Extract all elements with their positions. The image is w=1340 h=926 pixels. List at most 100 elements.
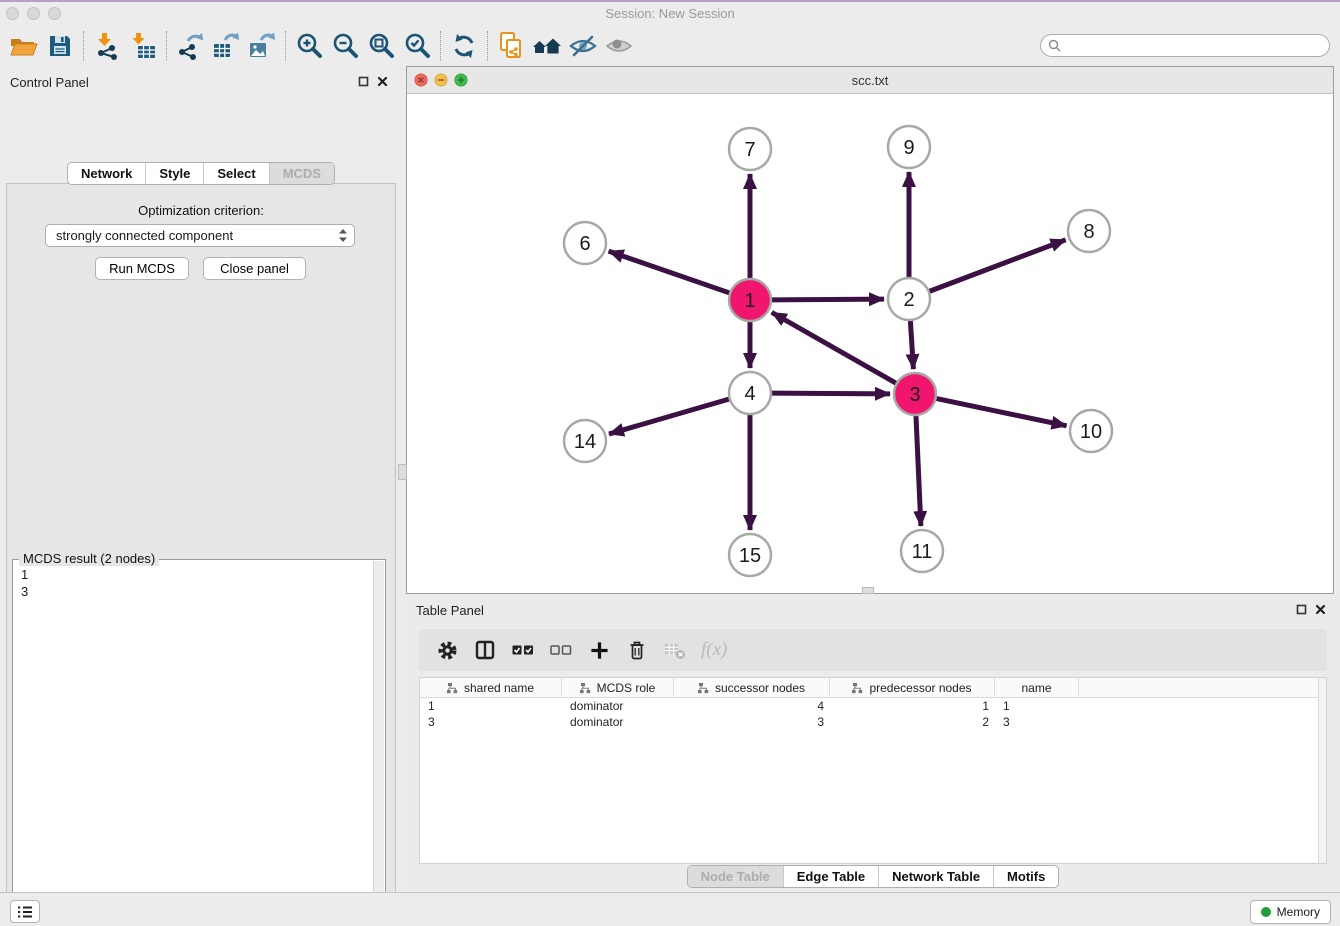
mcds-result-text[interactable]: 1 3 — [21, 566, 369, 926]
show-columns-button[interactable] — [511, 638, 535, 662]
dropdown-value: strongly connected component — [56, 228, 233, 243]
graph-node-label-4: 4 — [744, 383, 755, 405]
column-header-mcds-role[interactable]: MCDS role — [562, 678, 674, 698]
column-header-name[interactable]: name — [995, 678, 1079, 698]
tab-network[interactable]: Network — [68, 163, 145, 184]
cell-successor-nodes[interactable]: 4 — [674, 698, 830, 714]
save-session-button[interactable] — [42, 29, 78, 63]
search-box[interactable] — [1040, 34, 1330, 57]
import-network-icon — [93, 32, 121, 60]
cell-mcds-role[interactable]: dominator — [562, 698, 674, 714]
graph-edge-1-2[interactable] — [772, 299, 884, 300]
graph-node-label-3: 3 — [909, 384, 920, 406]
zoom-selected-button[interactable] — [399, 29, 435, 63]
zoom-in-icon — [294, 31, 324, 61]
import-table-button[interactable] — [125, 29, 161, 63]
optimization-criterion-select[interactable]: strongly connected component — [45, 224, 355, 247]
export-network-icon — [176, 32, 204, 60]
tab-node-table[interactable]: Node Table — [688, 866, 783, 887]
tab-mcds[interactable]: MCDS — [269, 163, 334, 184]
graph-edge-3-10[interactable] — [937, 399, 1067, 426]
column-header-predecessor-nodes[interactable]: predecessor nodes — [830, 678, 995, 698]
graph-edge-4-3[interactable] — [772, 393, 890, 394]
graph-node-label-1: 1 — [744, 290, 755, 312]
home-view-button[interactable] — [529, 29, 565, 63]
column-header-shared-name[interactable]: shared name — [420, 678, 562, 698]
close-panel-icon[interactable] — [377, 74, 388, 92]
zoom-fit-button[interactable] — [363, 29, 399, 63]
import-network-button[interactable] — [89, 29, 125, 63]
delete-table-button[interactable] — [663, 638, 687, 662]
open-session-button[interactable] — [6, 29, 42, 63]
zoom-out-button[interactable] — [327, 29, 363, 63]
network-graph: 7968124314101511 — [407, 94, 1333, 594]
column-header-successor-nodes[interactable]: successor nodes — [674, 678, 830, 698]
graph-edge-2-8[interactable] — [930, 240, 1066, 291]
cell-predecessor-nodes[interactable]: 1 — [830, 698, 995, 714]
search-input[interactable] — [1065, 39, 1329, 53]
network-window-titlebar[interactable]: scc.txt — [407, 67, 1333, 94]
hide-graphics-details-button[interactable] — [565, 29, 601, 63]
cell-mcds-role[interactable]: dominator — [562, 714, 674, 730]
show-graphics-details-button[interactable] — [601, 29, 637, 63]
splitter-grip-horizontal[interactable] — [862, 587, 874, 594]
unchecked-boxes-icon — [550, 643, 572, 657]
graph-edge-2-3[interactable] — [910, 321, 913, 369]
cell-predecessor-nodes[interactable]: 2 — [830, 714, 995, 730]
splitter-grip-vertical[interactable] — [398, 464, 407, 480]
copy-share-button[interactable] — [493, 29, 529, 63]
split-column-button[interactable] — [473, 638, 497, 662]
toolbar-separator — [285, 31, 286, 61]
tab-edge-table[interactable]: Edge Table — [783, 866, 878, 887]
graph-node-label-2: 2 — [903, 289, 914, 311]
cell-name[interactable]: 3 — [995, 714, 1079, 730]
cell-shared-name[interactable]: 1 — [420, 698, 562, 714]
zoom-in-button[interactable] — [291, 29, 327, 63]
graph-edge-4-14[interactable] — [609, 399, 729, 434]
mcds-result-title: MCDS result (2 nodes) — [19, 551, 159, 566]
graph-edge-3-1[interactable] — [772, 312, 896, 383]
close-panel-icon[interactable] — [1315, 602, 1326, 620]
table-panel: Table Panel — [406, 594, 1340, 892]
toolbar-separator — [83, 31, 84, 61]
control-panel: Control Panel NetworkStyleSelectMCDS Opt… — [0, 66, 402, 888]
status-bar: Memory — [0, 892, 1340, 926]
close-panel-button[interactable]: Close panel — [203, 257, 306, 280]
refresh-view-button[interactable] — [446, 29, 482, 63]
table-row[interactable]: 1dominator411 — [420, 698, 1326, 714]
toolbar-separator — [487, 31, 488, 61]
result-scrollbar[interactable] — [373, 561, 384, 926]
export-table-button[interactable] — [208, 29, 244, 63]
export-image-button[interactable] — [244, 29, 280, 63]
memory-button[interactable]: Memory — [1250, 900, 1331, 924]
table-scrollbar[interactable] — [1318, 678, 1326, 863]
cell-shared-name[interactable]: 3 — [420, 714, 562, 730]
delete-entry-button[interactable] — [625, 638, 649, 662]
zoom-selected-icon — [402, 31, 432, 61]
export-network-button[interactable] — [172, 29, 208, 63]
delete-table-icon — [664, 641, 686, 660]
apply-function-button[interactable]: f(x) — [701, 638, 727, 662]
tab-style[interactable]: Style — [145, 163, 203, 184]
tab-motifs[interactable]: Motifs — [993, 866, 1058, 887]
network-view-window: scc.txt 7968124314101511 — [406, 66, 1334, 594]
hide-columns-button[interactable] — [549, 638, 573, 662]
float-panel-icon[interactable] — [358, 74, 369, 92]
cell-name[interactable]: 1 — [995, 698, 1079, 714]
add-entry-button[interactable] — [587, 638, 611, 662]
tab-select[interactable]: Select — [203, 163, 268, 184]
table-row[interactable]: 3dominator323 — [420, 714, 1326, 730]
network-canvas[interactable]: 7968124314101511 — [407, 94, 1333, 593]
graph-edge-3-11[interactable] — [916, 416, 921, 526]
graph-edge-1-6[interactable] — [609, 251, 730, 293]
gear-icon — [437, 640, 458, 661]
run-mcds-button[interactable]: Run MCDS — [95, 257, 189, 280]
tab-network-table[interactable]: Network Table — [878, 866, 993, 887]
main-toolbar — [0, 26, 1340, 66]
cell-successor-nodes[interactable]: 3 — [674, 714, 830, 730]
plus-icon — [590, 641, 609, 660]
table-options-gear-button[interactable] — [435, 638, 459, 662]
graph-node-label-14: 14 — [574, 431, 596, 453]
float-panel-icon[interactable] — [1296, 602, 1307, 620]
task-history-button[interactable] — [10, 900, 40, 923]
